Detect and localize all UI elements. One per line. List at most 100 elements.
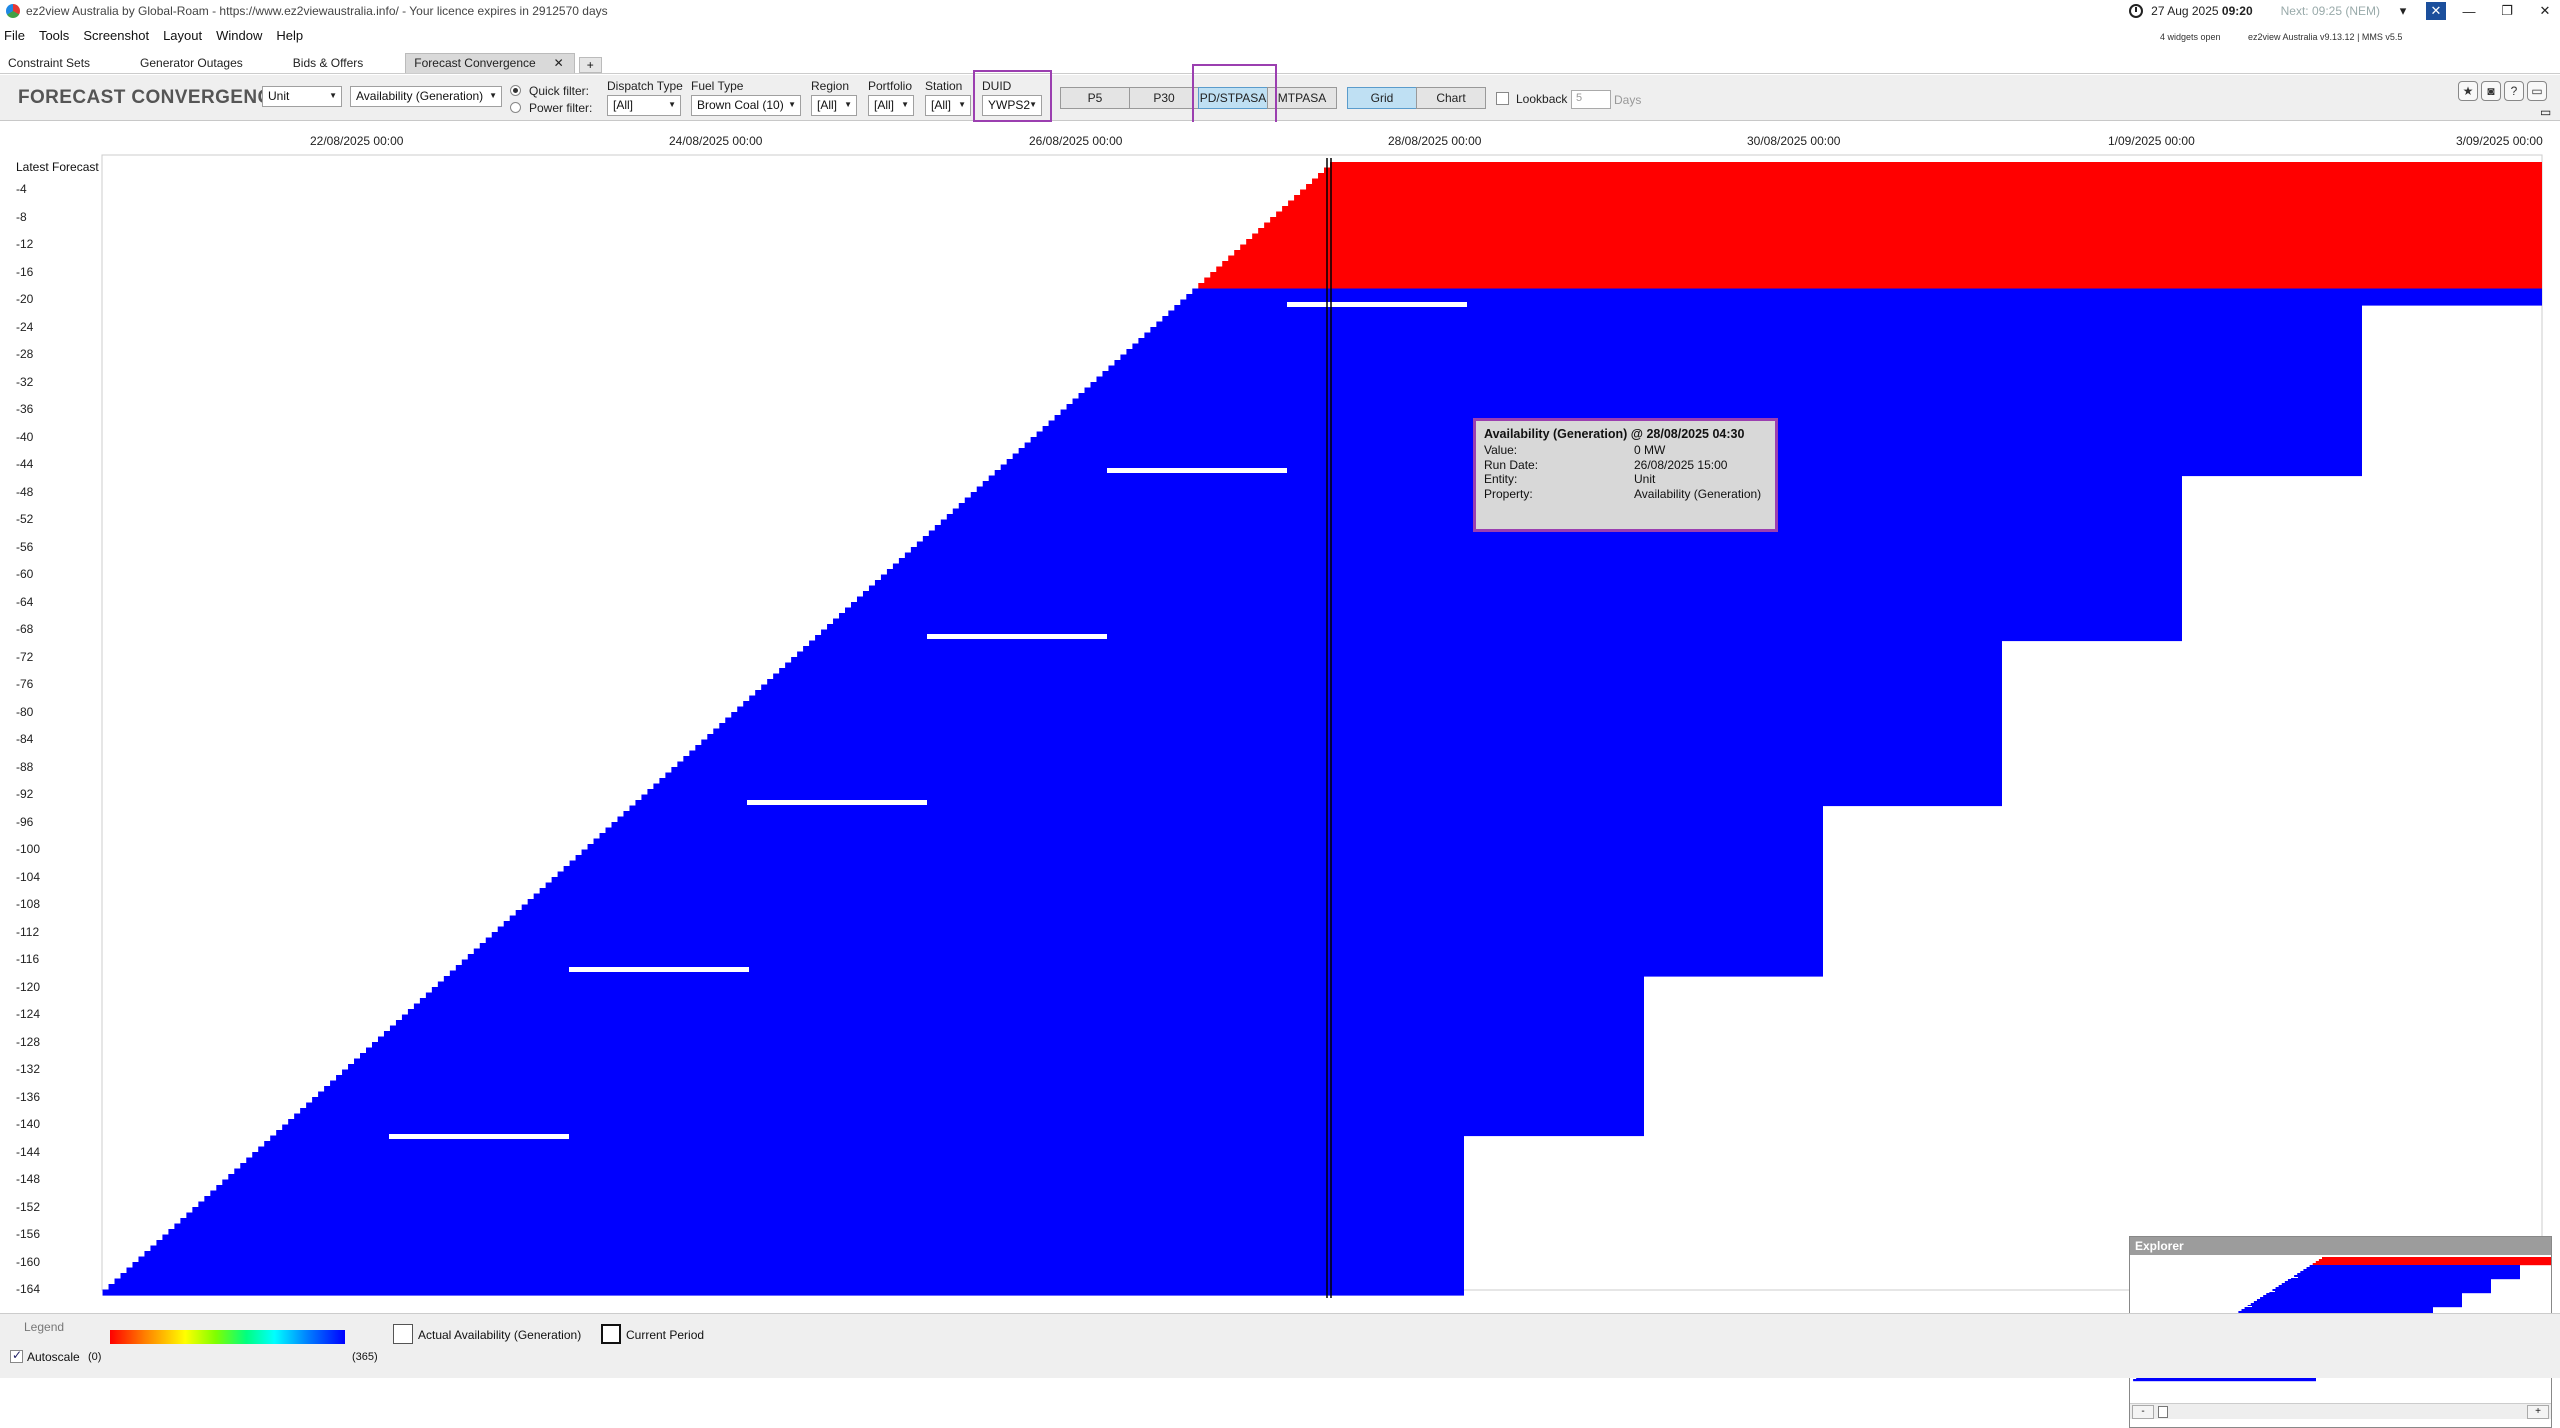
- heatmap-row[interactable]: [1228, 255, 2542, 262]
- tab-bids-offers[interactable]: Bids & Offers: [285, 54, 373, 73]
- heatmap-row[interactable]: [395, 1020, 1644, 1027]
- heatmap-row[interactable]: [539, 888, 1823, 895]
- heatmap-row[interactable]: [713, 728, 2003, 735]
- heatmap-row[interactable]: [288, 1119, 1645, 1126]
- heatmap-row[interactable]: [761, 684, 2002, 691]
- heatmap-row[interactable]: [755, 690, 2003, 697]
- power-filter-radio[interactable]: [510, 102, 521, 113]
- lookback-checkbox[interactable]: [1496, 92, 1509, 105]
- close-tab-icon[interactable]: ✕: [554, 56, 564, 70]
- heatmap-row[interactable]: [791, 657, 2003, 664]
- heatmap-row[interactable]: [856, 596, 2182, 603]
- heatmap-row[interactable]: [605, 827, 1824, 834]
- heatmap-row[interactable]: [1102, 371, 2362, 378]
- property-select[interactable]: Availability (Generation): [350, 86, 502, 107]
- forecast-grid[interactable]: 22/08/2025 00:00 24/08/2025 00:00 26/08/…: [0, 122, 2560, 1428]
- heatmap-row[interactable]: [198, 1201, 1465, 1208]
- heatmap-row[interactable]: [389, 1025, 1644, 1032]
- heatmap-row[interactable]: [1150, 327, 2362, 334]
- heatmap-row[interactable]: [503, 921, 1823, 928]
- heatmap-row[interactable]: [1306, 184, 2542, 191]
- heatmap-row[interactable]: [383, 1031, 1645, 1038]
- heatmap-row[interactable]: [1300, 189, 2542, 196]
- current-period-swatch[interactable]: [601, 1324, 621, 1344]
- portfolio-select[interactable]: [All]: [868, 95, 914, 116]
- heatmap-row[interactable]: [1072, 398, 2362, 405]
- app-icon[interactable]: ✕: [2426, 2, 2446, 20]
- clock-icon[interactable]: [2129, 4, 2144, 18]
- heatmap-row[interactable]: [1120, 354, 2362, 361]
- heatmap-row[interactable]: [485, 937, 1823, 944]
- explorer-scroll-thumb[interactable]: [2158, 1406, 2168, 1418]
- heatmap-row[interactable]: [707, 734, 2002, 741]
- menu-tools[interactable]: Tools: [39, 28, 69, 48]
- heatmap-row[interactable]: [593, 838, 1823, 845]
- heatmap-row[interactable]: [1270, 217, 2542, 224]
- region-select[interactable]: [All]: [811, 95, 857, 116]
- heatmap-row[interactable]: [779, 668, 2002, 675]
- heatmap-row[interactable]: [431, 987, 1644, 994]
- heatmap-row[interactable]: [1252, 233, 2542, 240]
- add-tab-button[interactable]: +: [578, 57, 602, 73]
- heatmap-row[interactable]: [306, 1102, 1645, 1109]
- heatmap-row[interactable]: [581, 849, 1823, 856]
- heatmap-row[interactable]: [180, 1218, 1465, 1225]
- heatmap-row[interactable]: [192, 1207, 1464, 1214]
- heatmap-row[interactable]: [1234, 250, 2542, 257]
- heatmap-row[interactable]: [264, 1141, 1464, 1148]
- heatmap-row[interactable]: [611, 822, 1823, 829]
- heatmap-row[interactable]: [521, 904, 1823, 911]
- heatmap-row[interactable]: [1258, 228, 2542, 235]
- heatmap-row[interactable]: [587, 844, 1823, 851]
- heatmap-row[interactable]: [551, 877, 1823, 884]
- heatmap-row[interactable]: [1198, 283, 2542, 290]
- heatmap-row[interactable]: [401, 1014, 1644, 1021]
- lookback-input[interactable]: 5: [1571, 90, 1611, 109]
- heatmap-row[interactable]: [515, 910, 1823, 917]
- actual-availability-swatch[interactable]: [393, 1324, 413, 1344]
- heatmap-row[interactable]: [839, 613, 2182, 620]
- explorer-zoom-out-button[interactable]: -: [2132, 1405, 2154, 1419]
- heatmap-row[interactable]: [371, 1042, 1644, 1049]
- heatmap-row[interactable]: [749, 695, 2003, 702]
- heatmap-row[interactable]: [204, 1196, 1464, 1203]
- heatmap-row[interactable]: [904, 552, 2182, 559]
- mode-select[interactable]: Unit: [262, 86, 342, 107]
- heatmap-row[interactable]: [1090, 382, 2362, 389]
- heatmap-row[interactable]: [892, 563, 2182, 570]
- heatmap-row[interactable]: [647, 789, 2002, 796]
- camera-icon[interactable]: ◙: [2481, 81, 2501, 101]
- heatmap-row[interactable]: [1318, 173, 2542, 180]
- close-icon[interactable]: ✕: [2530, 3, 2560, 19]
- heatmap-row[interactable]: [234, 1168, 1465, 1175]
- heatmap-row[interactable]: [803, 646, 2002, 653]
- heatmap-row[interactable]: [617, 816, 1823, 823]
- heatmap-row[interactable]: [324, 1086, 1645, 1093]
- heatmap-row[interactable]: [228, 1174, 1464, 1181]
- heatmap-row[interactable]: [719, 723, 2003, 730]
- heatmap-row[interactable]: [886, 569, 2182, 576]
- heatmap-row[interactable]: [497, 926, 1823, 933]
- heatmap-row[interactable]: [1222, 261, 2542, 268]
- heatmap-row[interactable]: [797, 651, 2002, 658]
- heatmap-row[interactable]: [1162, 316, 2362, 323]
- heatmap-row[interactable]: [850, 602, 2182, 609]
- heatmap-row[interactable]: [150, 1245, 1464, 1252]
- heatmap-row[interactable]: [1126, 349, 2362, 356]
- heatmap-row[interactable]: [168, 1229, 1464, 1236]
- heatmap-row[interactable]: [210, 1190, 1464, 1197]
- heatmap-row[interactable]: [898, 558, 2183, 565]
- heatmap-row[interactable]: [138, 1256, 1465, 1263]
- heatmap-row[interactable]: [1096, 376, 2362, 383]
- heatmap-row[interactable]: [156, 1240, 1464, 1247]
- missing-run-gap[interactable]: [747, 800, 927, 805]
- heatmap-row[interactable]: [701, 739, 2002, 746]
- station-select[interactable]: [All]: [925, 95, 971, 116]
- heatmap-row[interactable]: [1204, 277, 2542, 284]
- heatmap-row[interactable]: [330, 1080, 1644, 1087]
- heatmap-row[interactable]: [916, 541, 2182, 548]
- heatmap-row[interactable]: [114, 1278, 1464, 1285]
- heatmap-row[interactable]: [599, 833, 1823, 840]
- heatmap-row[interactable]: [641, 794, 2003, 801]
- heatmap-row[interactable]: [419, 998, 1645, 1005]
